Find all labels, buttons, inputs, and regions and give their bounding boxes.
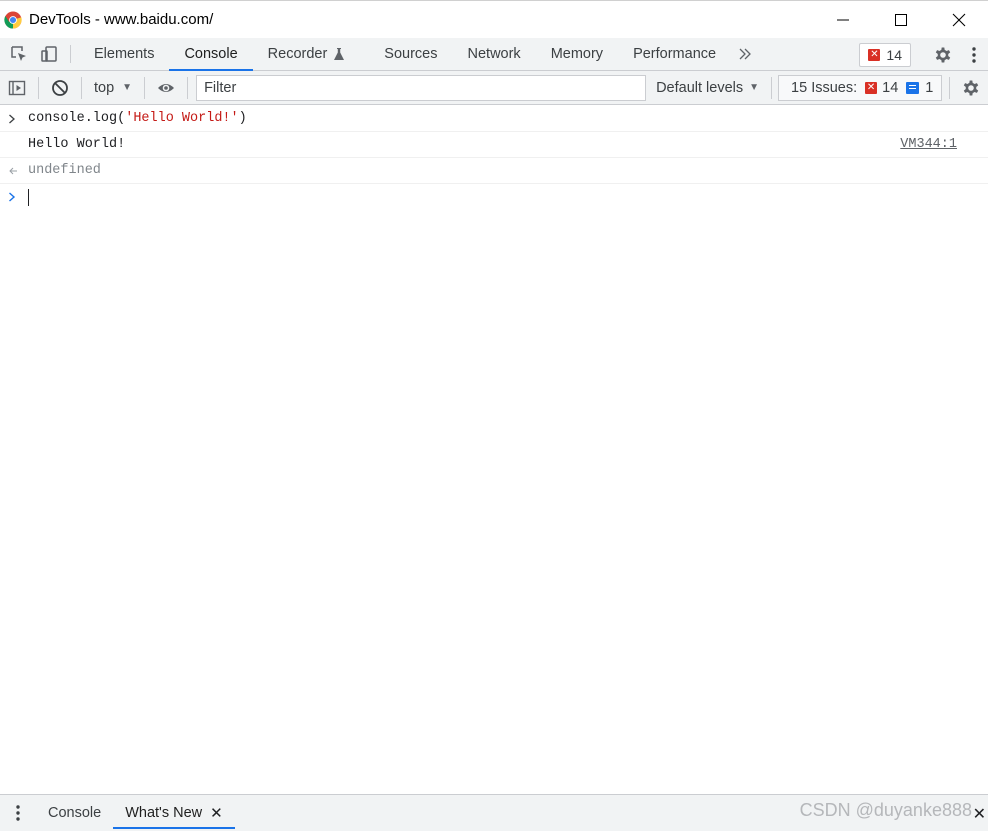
tab-sources[interactable]: Sources — [369, 38, 452, 70]
close-icon — [952, 13, 966, 27]
issues-info-count: 1 — [925, 79, 934, 96]
tab-label: Sources — [384, 46, 438, 62]
drawer-tab-whats-new[interactable]: What's New ✕ — [113, 795, 236, 831]
info-message-icon — [906, 81, 920, 94]
console-settings-area — [945, 71, 988, 105]
tabbar-divider — [70, 45, 71, 63]
customize-devtools-button[interactable] — [960, 46, 988, 63]
live-expression-button[interactable] — [149, 71, 183, 105]
show-sidebar-button[interactable] — [0, 71, 34, 105]
close-tab-icon[interactable]: ✕ — [210, 804, 223, 822]
toolbar-divider — [187, 76, 189, 99]
more-tabs-button[interactable] — [731, 38, 759, 70]
console-settings-button[interactable] — [954, 71, 988, 105]
minimize-icon — [837, 19, 849, 21]
drawer-tabbar: Console What's New ✕ CSDN @duyanke888 ✕ — [0, 794, 988, 831]
input-code: console.log('Hello World!') — [28, 111, 247, 126]
levels-value: Default levels — [656, 79, 744, 96]
devtools-tabbar: Elements Console Recorder Sources Networ… — [0, 38, 988, 71]
tab-label: Performance — [633, 46, 717, 62]
toolbar-divider — [38, 76, 39, 99]
eye-icon — [158, 83, 175, 92]
tab-console[interactable]: Console — [169, 38, 253, 71]
code-text: ) — [238, 111, 247, 126]
tab-performance[interactable]: Performance — [618, 38, 731, 70]
console-prompt[interactable] — [0, 184, 988, 210]
console-input-row: console.log('Hello World!') — [0, 106, 988, 132]
tab-label: Memory — [550, 46, 604, 62]
tab-label: Network — [467, 46, 521, 62]
chevron-double-right-icon — [739, 48, 751, 60]
sidebar-play-icon — [8, 80, 26, 95]
error-count: 14 — [886, 46, 902, 63]
experimental-flask-icon — [334, 48, 345, 60]
error-icon: ✕ — [868, 48, 881, 61]
issues-error-count: 14 — [882, 79, 899, 96]
console-log-row: Hello World! VM344:1 — [0, 132, 988, 158]
more-vertical-icon — [972, 46, 976, 63]
drawer-tab-label: What's New — [125, 805, 203, 821]
clear-console-button[interactable] — [43, 71, 77, 105]
log-levels-select[interactable]: Default levels ▼ — [656, 80, 759, 96]
error-icon: ✕ — [865, 81, 878, 94]
console-result-row: undefined — [0, 158, 988, 184]
prompt-chevron-icon — [8, 184, 16, 210]
source-link[interactable]: VM344:1 — [900, 137, 957, 152]
javascript-context-select[interactable]: top ▼ — [86, 80, 140, 96]
toolbar-divider — [949, 77, 950, 99]
dropdown-triangle-icon: ▼ — [749, 82, 760, 93]
drawer-tab-label: Console — [48, 805, 102, 821]
context-value: top — [94, 79, 115, 96]
tab-elements[interactable]: Elements — [79, 38, 169, 70]
result-arrow-icon — [8, 158, 18, 184]
close-drawer-icon[interactable]: ✕ — [973, 804, 986, 823]
settings-button[interactable] — [926, 45, 960, 65]
console-output[interactable]: console.log('Hello World!') Hello World!… — [0, 106, 988, 794]
tab-label: Elements — [94, 46, 155, 62]
error-count-badge[interactable]: ✕ 14 — [859, 42, 911, 67]
issues-label: 15 Issues: — [791, 79, 858, 96]
log-message: Hello World! — [28, 137, 126, 152]
tab-recorder[interactable]: Recorder — [253, 38, 360, 70]
code-string: 'Hello World!' — [125, 111, 239, 126]
code-text: console.log( — [28, 111, 126, 126]
minimize-button[interactable] — [814, 1, 872, 39]
console-toolbar: top ▼ Default levels ▼ 15 Issues: ✕ 14 1 — [0, 71, 988, 105]
issues-button[interactable]: 15 Issues: ✕ 14 1 — [778, 74, 943, 101]
device-mobile-icon — [41, 46, 57, 62]
maximize-icon — [895, 14, 907, 26]
close-window-button[interactable] — [930, 1, 988, 39]
clear-block-icon — [52, 79, 68, 96]
toolbar-divider — [81, 76, 82, 99]
drawer-menu-button[interactable] — [0, 795, 36, 831]
tabbar-right: ✕ 14 — [859, 38, 988, 71]
window-controls — [814, 1, 988, 39]
filter-input[interactable] — [196, 74, 647, 101]
drawer-tab-console[interactable]: Console — [36, 795, 113, 831]
window-titlebar: DevTools - www.baidu.com/ — [0, 0, 988, 38]
input-chevron-icon — [8, 106, 16, 132]
window-title: DevTools - www.baidu.com/ — [29, 11, 214, 28]
inspect-element-button[interactable] — [4, 38, 34, 70]
device-toolbar-button[interactable] — [34, 38, 64, 70]
dropdown-triangle-icon: ▼ — [122, 82, 133, 93]
maximize-button[interactable] — [872, 1, 930, 39]
tab-network[interactable]: Network — [453, 38, 536, 70]
more-vertical-icon — [16, 805, 20, 821]
toolbar-divider — [771, 76, 773, 99]
toolbar-divider — [144, 76, 146, 99]
return-value: undefined — [28, 163, 101, 178]
inspect-cursor-icon — [11, 46, 26, 61]
chrome-logo-icon — [4, 10, 22, 29]
tab-label: Console — [184, 46, 238, 62]
tab-label: Recorder — [267, 46, 328, 62]
gear-icon — [963, 80, 979, 96]
gear-icon — [935, 47, 951, 62]
tab-memory[interactable]: Memory — [536, 38, 618, 70]
csdn-watermark: CSDN @duyanke888 — [799, 800, 972, 820]
text-caret — [28, 188, 29, 206]
